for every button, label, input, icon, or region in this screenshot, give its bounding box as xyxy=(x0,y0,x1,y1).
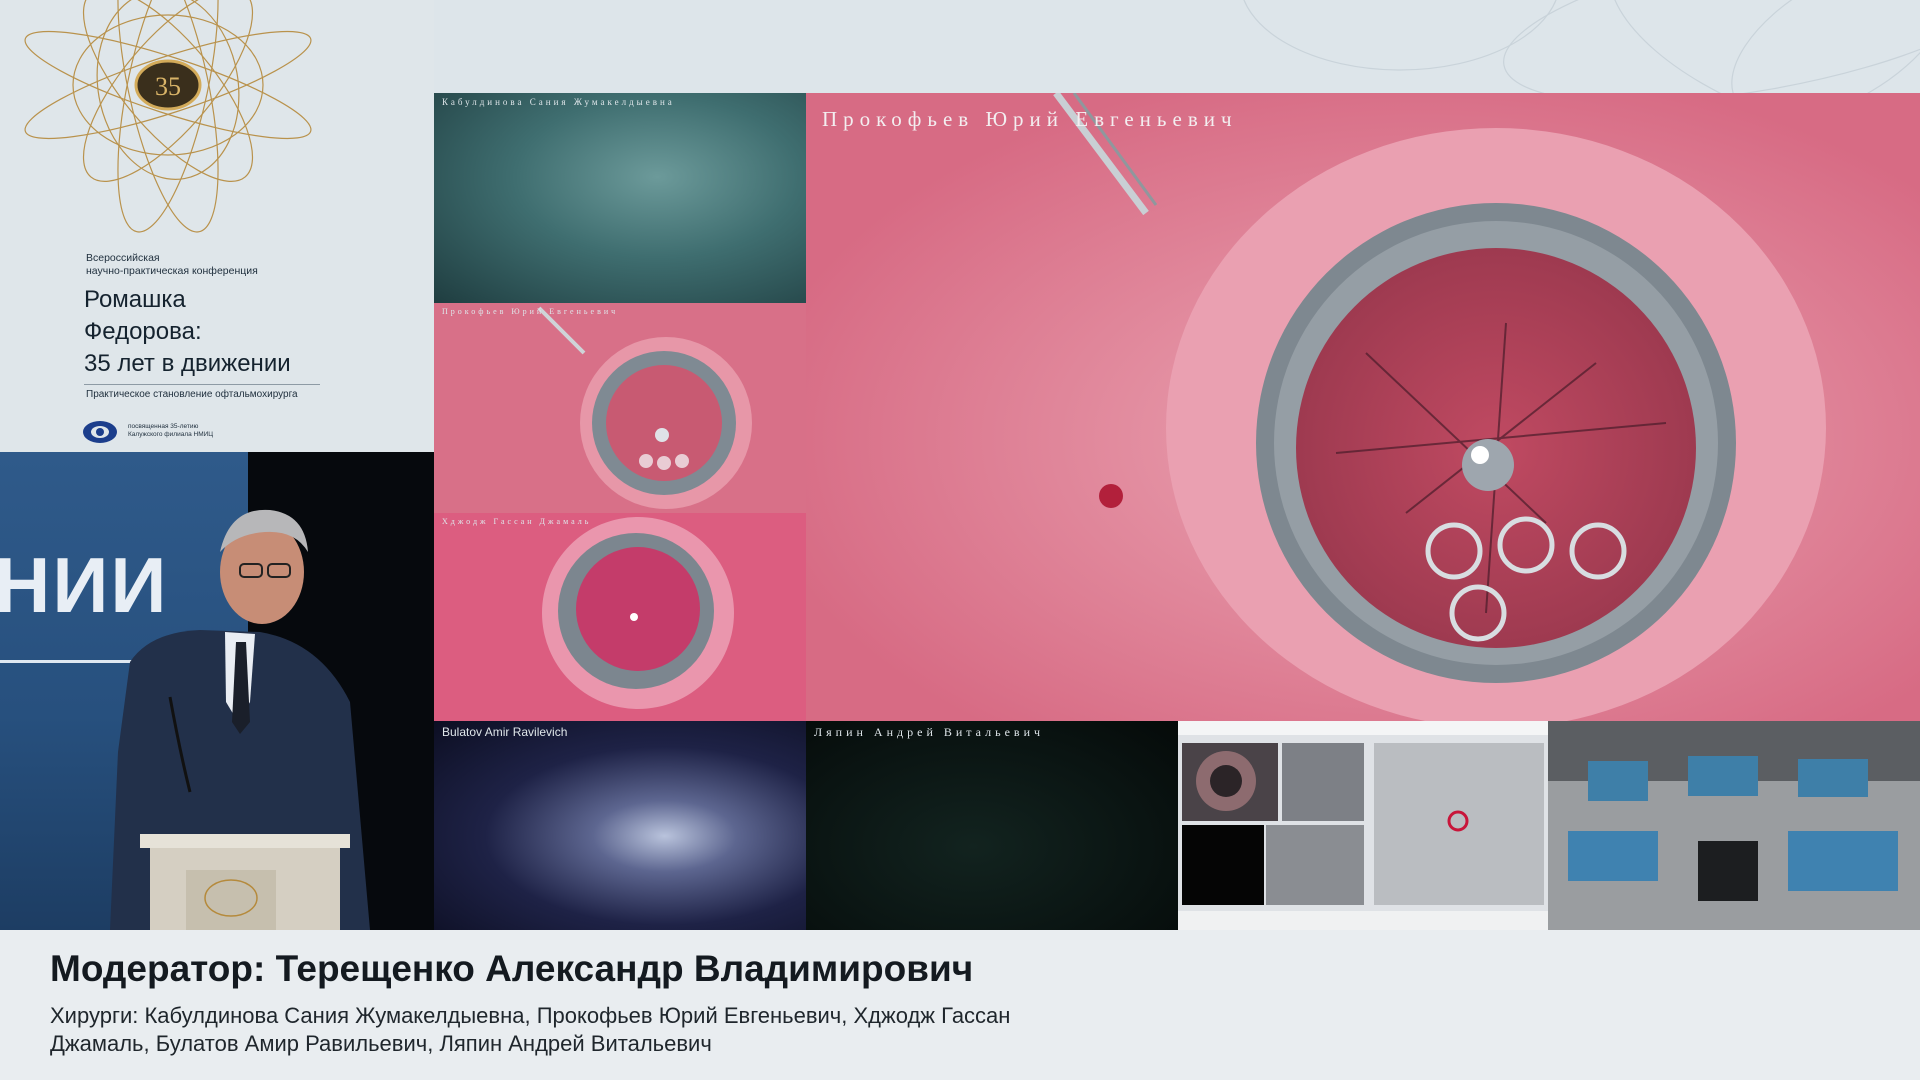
conference-subtitle: Практическое становление офтальмохирурга xyxy=(86,389,298,400)
conference-logo-daisy: 35 xyxy=(24,0,312,233)
organization-eye-logo-icon xyxy=(83,421,117,443)
speaker-camera-feed: НИИ xyxy=(0,452,434,930)
imaging-panels xyxy=(1178,721,1548,930)
surgeons-list-line-2: Джамаль, Булатов Амир Равильевич, Ляпин … xyxy=(50,1031,712,1056)
conference-branding-panel: 35 Всероссийская научно-практическая кон… xyxy=(0,0,434,452)
feed-surgeon-label: Прокофьев Юрий Евгеньевич xyxy=(442,307,619,316)
feed-surgeon-label: Прокофьев Юрий Евгеньевич xyxy=(822,107,1238,131)
surgical-feed-bottom-middle: Ляпин Андрей Витальевич xyxy=(806,721,1178,930)
feed-surgeon-label: Bulatov Amir Ravilevich xyxy=(442,725,568,739)
surgical-feed-top-left: Кабулдинова Сания Жумакелдыевна xyxy=(434,93,806,303)
feed-surgeon-label: Ляпин Андрей Витальевич xyxy=(814,725,1045,739)
decorative-arcs xyxy=(1243,0,1920,100)
organization-caption: посвященная 35-летию Калужского филиала … xyxy=(128,423,214,438)
speaker-at-podium xyxy=(110,509,370,930)
moderator-name: Модератор: Терещенко Александр Владимиро… xyxy=(50,948,974,989)
conference-kind: Всероссийская научно-практическая конфер… xyxy=(86,252,258,277)
surgical-feed-lower-left: Хджодж Гассан Джамаль xyxy=(434,513,806,721)
surgical-feed-bottom-left: Bulatov Amir Ravilevich xyxy=(434,721,806,930)
operating-room-overview xyxy=(1548,721,1920,930)
logo-number: 35 xyxy=(155,72,181,101)
operating-room-camera-view xyxy=(1548,721,1920,930)
eye-microscope-view xyxy=(434,513,806,721)
feed-surgeon-label: Хджодж Гассан Джамаль xyxy=(442,517,592,526)
eye-microscope-view xyxy=(434,303,806,513)
feed-surgeon-label: Кабулдинова Сания Жумакелдыевна xyxy=(442,97,675,107)
eye-microscope-main-view xyxy=(806,93,1920,721)
surgical-feed-middle-left: Прокофьев Юрий Евгеньевич xyxy=(434,303,806,513)
divider xyxy=(84,384,320,385)
surgeons-list-line-1: Хирурги: Кабулдинова Сания Жумакелдыевна… xyxy=(50,1003,1011,1028)
conference-title: Ромашка Федорова: 35 лет в движении xyxy=(84,286,291,377)
surgical-feed-main: Прокофьев Юрий Евгеньевич xyxy=(806,93,1920,721)
lower-third-caption: Модератор: Терещенко Александр Владимиро… xyxy=(0,930,1920,1080)
imaging-navigation-screen xyxy=(1178,721,1548,930)
